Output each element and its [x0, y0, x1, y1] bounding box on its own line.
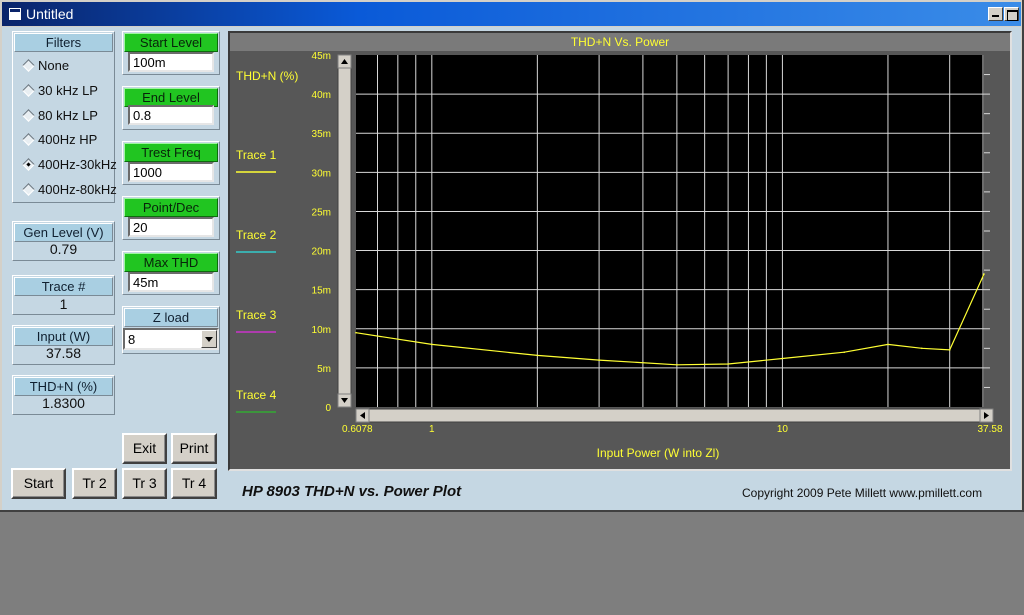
thdn-label: THD+N (%)	[14, 377, 113, 396]
v-scrollbar-track	[337, 54, 352, 408]
radio-icon	[22, 133, 35, 146]
print-button[interactable]: Print	[171, 433, 217, 464]
y-tick-label: 25m	[312, 207, 331, 218]
data-point	[781, 357, 784, 360]
start-button[interactable]: Start	[11, 468, 66, 499]
chart-panel: THD+N Vs. Power 0 5m 10m 15m 20m 25m 30m 35m 40m…	[228, 31, 1012, 471]
filter-option-80khz-lp[interactable]: 80 kHz LP	[22, 107, 117, 125]
data-point	[921, 347, 923, 350]
gen-level-value: 0.79	[49, 241, 78, 257]
radio-icon	[22, 109, 35, 122]
test-freq-input[interactable]	[128, 162, 214, 182]
window-title: Untitled	[26, 6, 74, 22]
radio-icon	[22, 59, 35, 72]
data-point	[676, 364, 678, 366]
max-thd-input[interactable]	[128, 272, 214, 292]
filter-option-30khz-lp[interactable]: 30 kHz LP	[22, 82, 117, 100]
test-freq-label: Trest Freq	[124, 143, 218, 162]
x-axis-label: Input Power (W into Zl)	[597, 446, 720, 460]
filter-option-400hz-hp[interactable]: 400Hz HP	[22, 131, 117, 149]
x-tick-label: 1	[429, 424, 435, 435]
legend-label: Trace 2	[236, 228, 277, 242]
exit-button[interactable]: Exit	[122, 433, 167, 464]
start-level-input[interactable]	[128, 52, 214, 72]
y-tick-label: 35m	[312, 129, 331, 140]
start-level-label: Start Level	[124, 33, 218, 52]
filter-option-none[interactable]: None	[22, 57, 117, 75]
z-load-label: Z load	[124, 308, 218, 327]
input-w-label: Input (W)	[14, 327, 113, 346]
h-scrollbar-track	[355, 408, 994, 423]
x-tick-label: 10	[777, 424, 789, 435]
title-bar[interactable]: Untitled	[2, 2, 1021, 26]
y-tick-label: 20m	[312, 247, 331, 258]
data-point	[887, 343, 889, 346]
trace-3-button[interactable]: Tr 3	[122, 468, 167, 499]
data-point	[536, 354, 539, 357]
app-footer-title: HP 8903 THD+N vs. Power Plot	[242, 483, 462, 500]
x-tick-label: 0.6078	[342, 424, 373, 435]
data-point	[948, 349, 951, 351]
z-load-select[interactable]: 8	[123, 328, 219, 350]
filter-option-400hz-30khz[interactable]: 400Hz-30kHz	[22, 156, 117, 174]
input-w-value: 37.58	[45, 345, 82, 361]
y-axis-label: THD+N (%)	[236, 69, 298, 83]
trace-num-value: 1	[59, 296, 68, 312]
thd-power-chart: 0 5m 10m 15m 20m 25m 30m 35m 40m 45m 0.6078 1 10 37.5…	[236, 51, 1003, 460]
trace-2-button[interactable]: Tr 2	[72, 468, 117, 499]
y-tick-label: 40m	[312, 90, 331, 101]
data-point	[431, 343, 433, 346]
y-tick-label: 15m	[312, 286, 331, 297]
filter-option-400hz-80khz[interactable]: 400Hz-80kHz	[22, 181, 117, 199]
data-point	[843, 351, 845, 354]
thdn-value: 1.8300	[42, 395, 85, 411]
legend-label: Trace 3	[236, 308, 277, 322]
radio-icon	[22, 183, 35, 196]
trace-num-label: Trace #	[14, 277, 113, 296]
data-point	[983, 273, 985, 275]
legend-label: Trace 4	[236, 388, 277, 402]
data-point	[598, 359, 600, 361]
client-area: Filters None 30 kHz LP 80 kHz LP 400Hz H…	[2, 27, 1021, 510]
radio-icon	[22, 84, 35, 97]
end-level-input[interactable]	[128, 105, 214, 125]
y-tick-label: 5m	[317, 364, 331, 375]
radio-selected-icon	[22, 158, 35, 171]
gen-level-label: Gen Level (V)	[14, 223, 113, 242]
copyright-text: Copyright 2009 Pete Millett www.pmillett…	[742, 486, 983, 500]
x-tick-label: 37.58	[977, 424, 1002, 435]
restore-button[interactable]	[1004, 7, 1019, 21]
point-dec-input[interactable]	[128, 217, 214, 237]
dropdown-arrow-icon[interactable]	[201, 330, 217, 348]
plot-background	[356, 55, 984, 407]
y-tick-label: 10m	[312, 325, 331, 336]
app-window: Untitled Filters None 30 kHz LP 80 kHz L…	[0, 0, 1024, 512]
y-tick-label: 45m	[312, 51, 331, 62]
z-load-value: 8	[128, 332, 136, 347]
y-tick-label: 0	[325, 403, 331, 414]
data-point	[727, 363, 729, 365]
trace-4-button[interactable]: Tr 4	[171, 468, 217, 499]
max-thd-label: Max THD	[124, 253, 218, 272]
app-icon[interactable]	[8, 7, 22, 21]
filters-label: Filters	[14, 33, 113, 52]
point-dec-label: Point/Dec	[124, 198, 218, 217]
data-point	[355, 331, 357, 334]
y-tick-label: 30m	[312, 168, 331, 179]
minimize-button[interactable]	[988, 7, 1003, 21]
legend-label: Trace 1	[236, 148, 277, 162]
